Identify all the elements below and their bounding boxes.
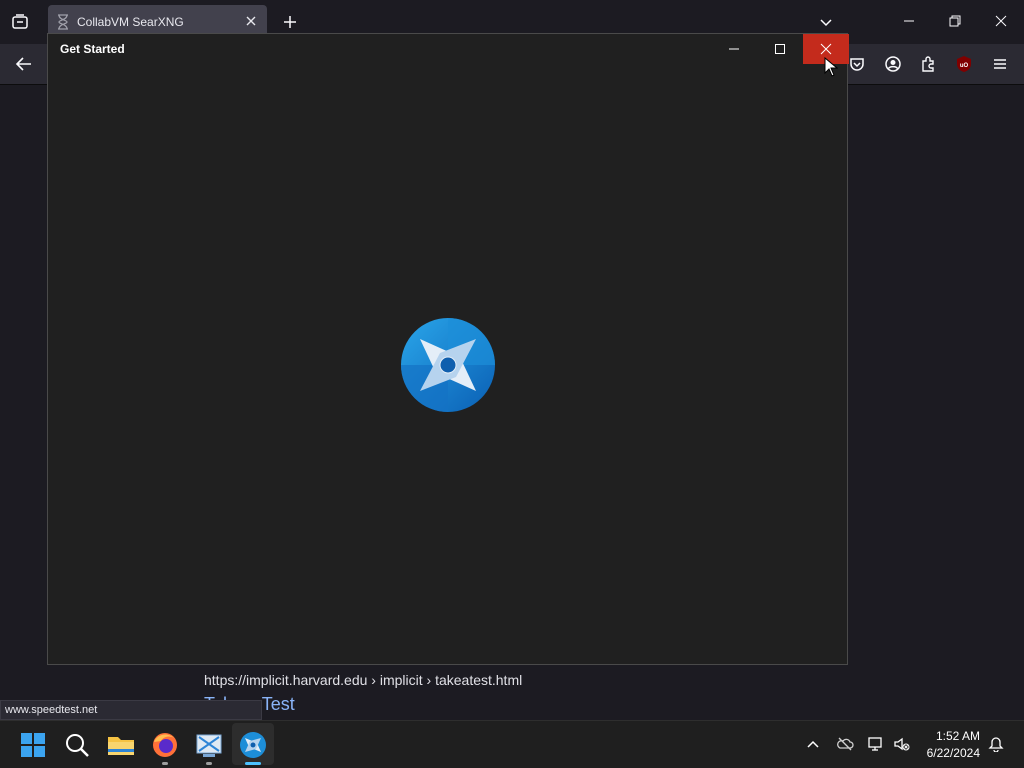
firefox-running-indicator bbox=[162, 762, 168, 765]
window-title: Get Started bbox=[60, 42, 125, 56]
search-icon[interactable] bbox=[61, 729, 93, 761]
onedrive-icon[interactable] bbox=[836, 735, 854, 753]
svg-text:uO: uO bbox=[960, 63, 969, 69]
search-result-url[interactable]: https://implicit.harvard.edu › implicit … bbox=[204, 672, 522, 688]
volume-muted-icon[interactable] bbox=[893, 735, 911, 753]
account-icon[interactable] bbox=[884, 55, 902, 73]
start-icon[interactable] bbox=[17, 729, 49, 761]
extensions-icon[interactable] bbox=[920, 55, 938, 73]
menu-icon[interactable] bbox=[991, 55, 1009, 73]
window-maximize-button[interactable] bbox=[757, 34, 803, 64]
firefox-icon[interactable] bbox=[149, 729, 181, 761]
vm-app-running-indicator bbox=[206, 762, 212, 765]
taskbar: 1:52 AM 6/22/2024 bbox=[0, 720, 1024, 768]
clock-date[interactable]: 6/22/2024 bbox=[910, 746, 980, 760]
browser-minimize-icon[interactable] bbox=[902, 14, 916, 28]
browser-restore-icon[interactable] bbox=[948, 14, 962, 28]
clock-time[interactable]: 1:52 AM bbox=[920, 729, 980, 743]
tab-manager-icon[interactable] bbox=[11, 13, 29, 31]
browser-close-icon[interactable] bbox=[994, 14, 1008, 28]
list-tabs-icon[interactable] bbox=[818, 14, 834, 30]
mouse-cursor-icon bbox=[824, 57, 838, 77]
active-app-indicator bbox=[245, 762, 261, 765]
tray-overflow-chevron-icon[interactable] bbox=[806, 737, 820, 751]
vm-app-icon[interactable] bbox=[193, 729, 225, 761]
close-icon bbox=[820, 43, 832, 55]
ublock-origin-icon[interactable]: uO bbox=[955, 55, 973, 73]
notification-bell-icon[interactable] bbox=[988, 736, 1004, 752]
get-started-icon[interactable] bbox=[237, 729, 269, 761]
get-started-window: Get Started bbox=[47, 33, 849, 665]
pocket-icon[interactable] bbox=[848, 55, 866, 73]
tab-close-icon[interactable] bbox=[244, 14, 258, 28]
tab-title: CollabVM SearXNG bbox=[77, 15, 184, 29]
minimize-icon bbox=[729, 48, 739, 50]
window-minimize-button[interactable] bbox=[711, 34, 757, 64]
get-started-logo-icon bbox=[401, 318, 495, 412]
link-status-bar: www.speedtest.net bbox=[0, 700, 262, 720]
network-icon[interactable] bbox=[867, 735, 885, 753]
back-icon[interactable] bbox=[15, 55, 33, 73]
file-explorer-icon[interactable] bbox=[105, 729, 137, 761]
new-tab-icon[interactable] bbox=[282, 14, 298, 30]
hourglass-icon bbox=[58, 14, 68, 30]
maximize-icon bbox=[775, 44, 785, 54]
